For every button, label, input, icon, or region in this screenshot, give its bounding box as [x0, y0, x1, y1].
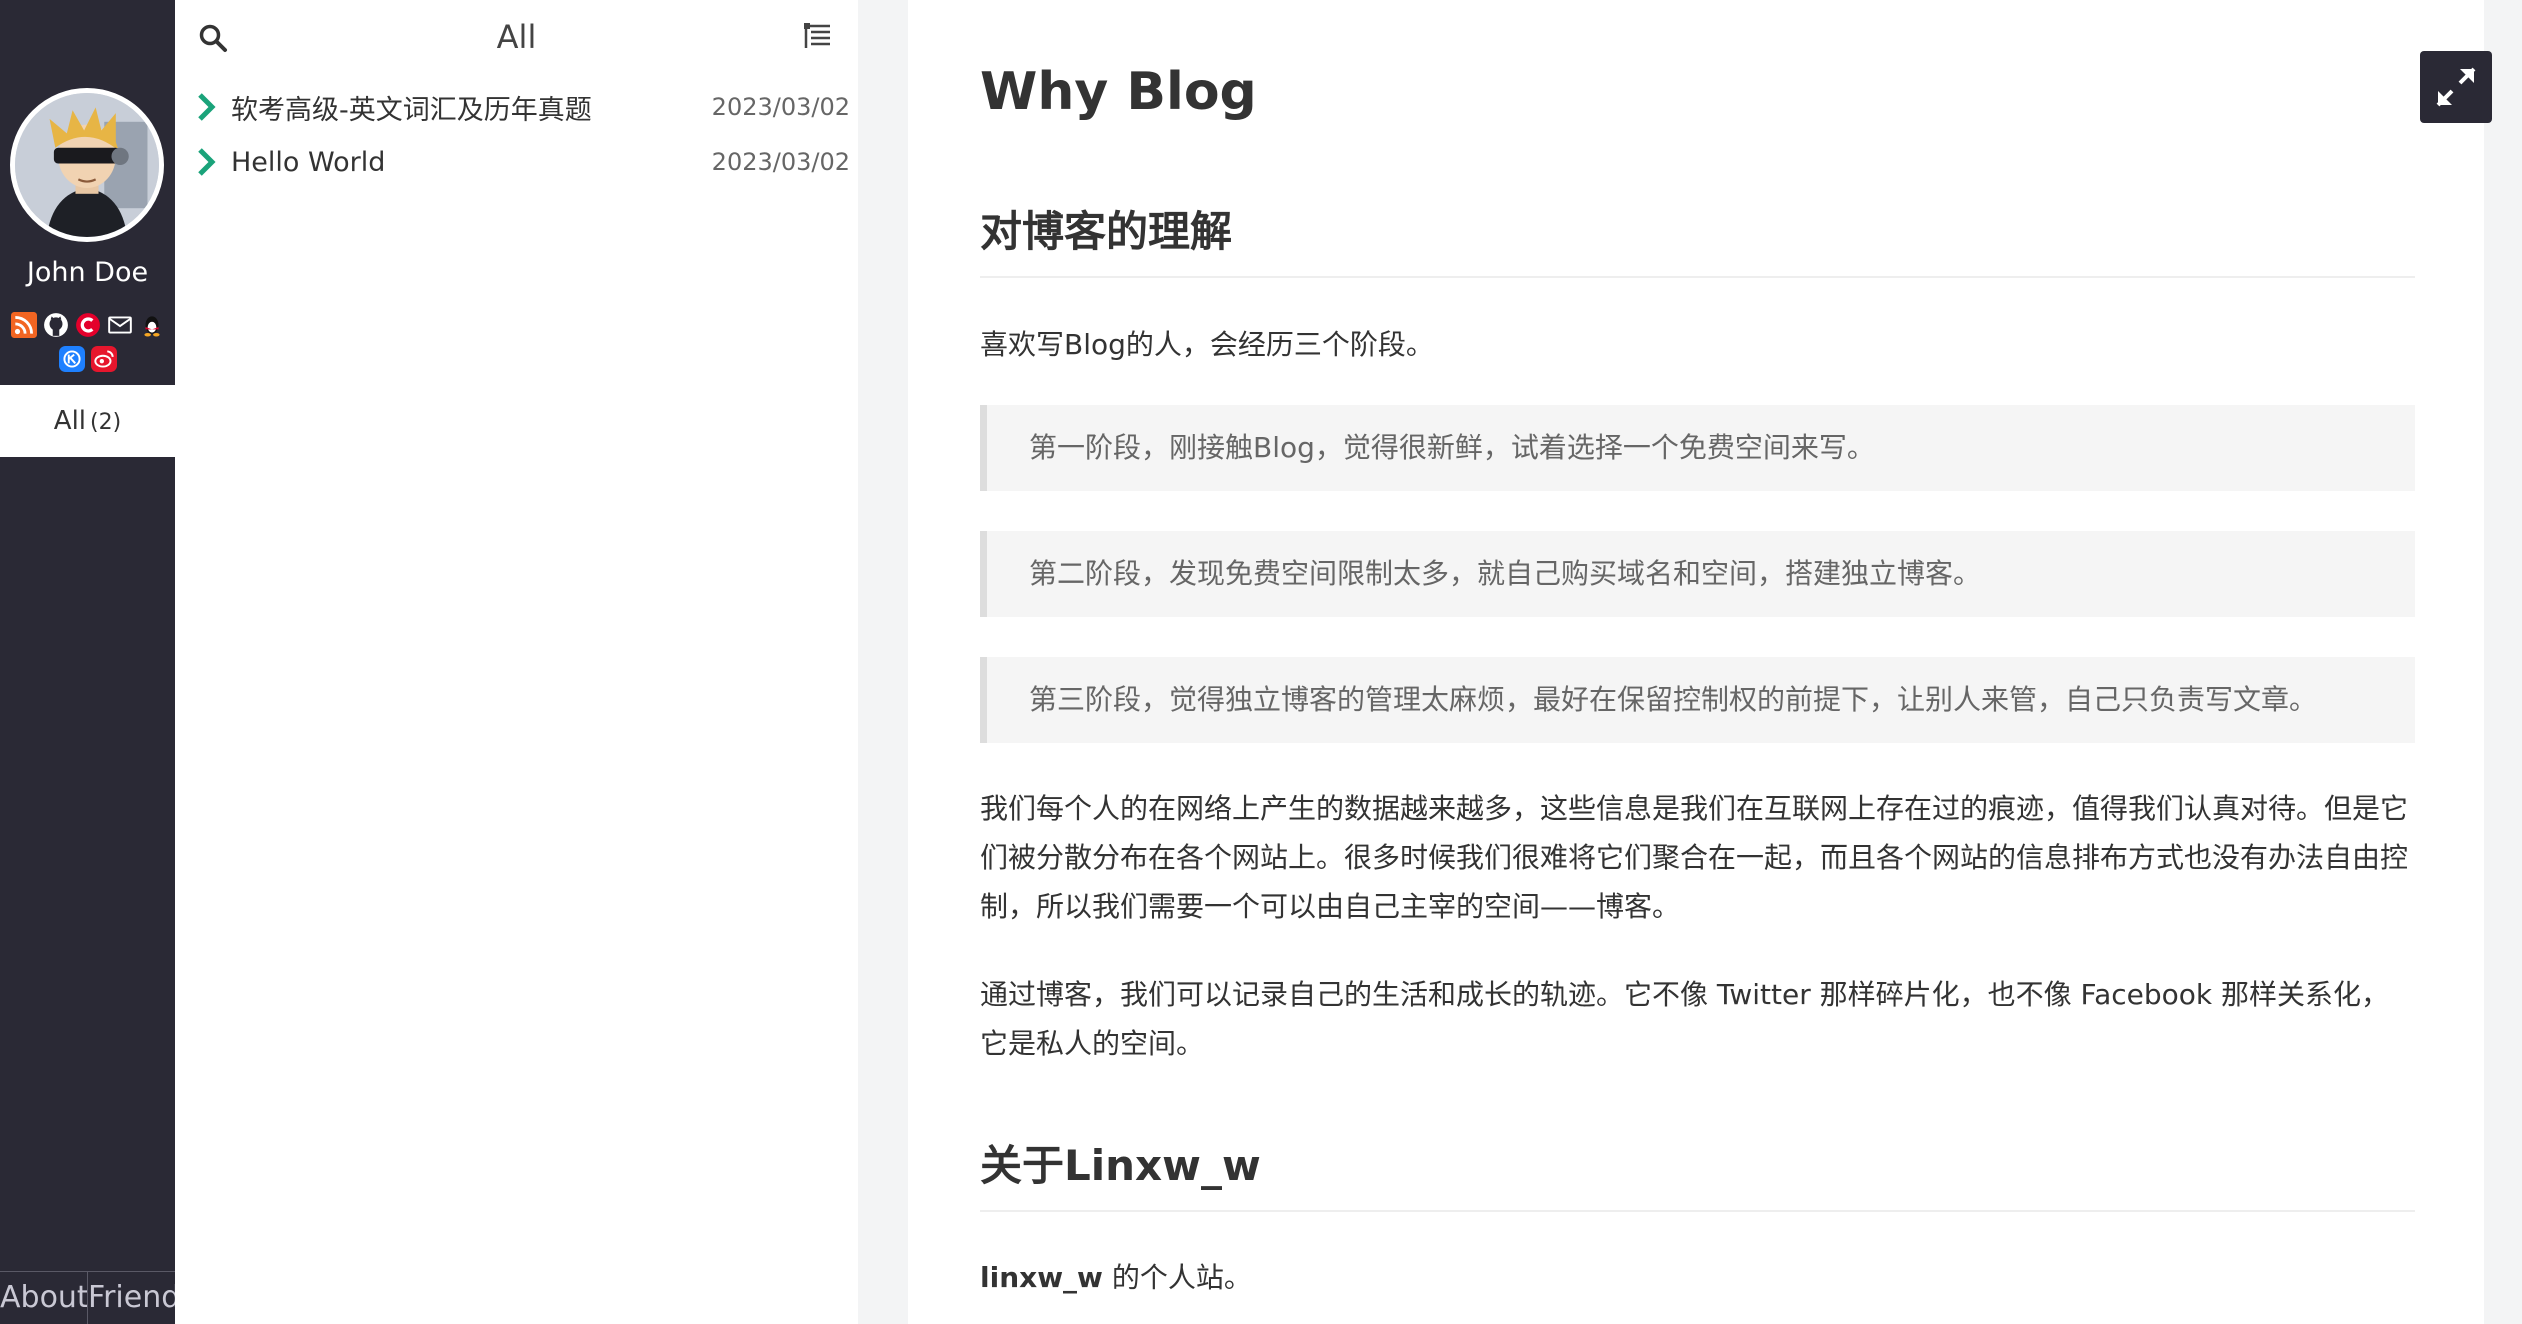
blockquote-stage-2: 第二阶段，发现免费空间限制太多，就自己购买域名和空间，搭建独立博客。	[980, 531, 2415, 617]
intro-paragraph: 喜欢写Blog的人，会经历三个阶段。	[980, 328, 1434, 361]
blockquote-stage-1: 第一阶段，刚接触Blog，觉得很新鲜，试着选择一个免费空间来写。	[980, 405, 2415, 491]
post-date: 2023/03/02	[711, 148, 850, 176]
about-text: 的个人站。	[1102, 1261, 1252, 1294]
author-name[interactable]: John Doe	[0, 257, 175, 288]
post-title: 软考高级-英文词汇及历年真题	[231, 94, 592, 126]
qq-icon[interactable]	[139, 312, 165, 338]
mail-icon[interactable]	[107, 312, 133, 338]
article-title: Why Blog	[980, 62, 1257, 122]
social-links-row-2	[0, 346, 175, 372]
category-all[interactable]: All (2)	[0, 385, 175, 457]
heading-divider	[980, 276, 2415, 278]
chevron-right-icon	[198, 148, 216, 176]
friend-link[interactable]: Friend	[88, 1272, 175, 1324]
post-list-item[interactable]: Hello World 2023/03/02	[195, 142, 850, 182]
avatar-image	[15, 93, 159, 237]
post-title: Hello World	[231, 146, 386, 178]
post-list-title: All	[496, 18, 537, 56]
about-paragraph: linxw_w 的个人站。	[980, 1253, 2415, 1302]
section-heading-understanding: 对博客的理解	[980, 207, 1233, 256]
weibo-icon[interactable]	[90, 346, 117, 372]
outline-toggle-icon[interactable]	[802, 20, 834, 52]
sidebar: John Doe All (2) About Friend	[0, 0, 175, 1324]
post-date: 2023/03/02	[711, 93, 850, 121]
expand-icon	[2436, 67, 2476, 107]
post-list-item[interactable]: 软考高级-英文词汇及历年真题 2023/03/02	[195, 87, 850, 127]
post-list-pane: All 软考高级-英文词汇及历年真题 2023/03/02 Hello Worl…	[175, 0, 859, 1324]
about-link[interactable]: About	[0, 1272, 88, 1324]
body-paragraph-2: 通过博客，我们可以记录自己的生活和成长的轨迹。它不像 Twitter 那样碎片化…	[980, 978, 2390, 1060]
csdn-icon[interactable]	[75, 312, 101, 338]
body-paragraph-1: 我们每个人的在网络上产生的数据越来越多，这些信息是我们在互联网上存在过的痕迹，值…	[980, 792, 2409, 923]
category-all-label: All	[53, 406, 87, 436]
social-links-row-1	[0, 312, 175, 338]
juejin-icon[interactable]	[58, 346, 85, 372]
github-icon[interactable]	[43, 312, 69, 338]
content-gutter-left	[858, 0, 908, 1324]
sidebar-footer: About Friend	[0, 1271, 175, 1324]
content-gutter-right	[2484, 0, 2522, 1324]
heading-divider	[980, 1210, 2415, 1212]
chevron-right-icon	[198, 93, 216, 121]
about-bold-name: linxw_w	[980, 1261, 1103, 1294]
category-all-count: (2)	[90, 410, 122, 435]
fullscreen-button[interactable]	[2420, 51, 2492, 123]
section-heading-about: 关于Linxw_w	[980, 1141, 1261, 1190]
avatar[interactable]	[10, 88, 164, 242]
blockquote-stage-3: 第三阶段，觉得独立博客的管理太麻烦，最好在保留控制权的前提下，让别人来管，自己只…	[980, 657, 2415, 743]
rss-icon[interactable]	[10, 312, 37, 338]
